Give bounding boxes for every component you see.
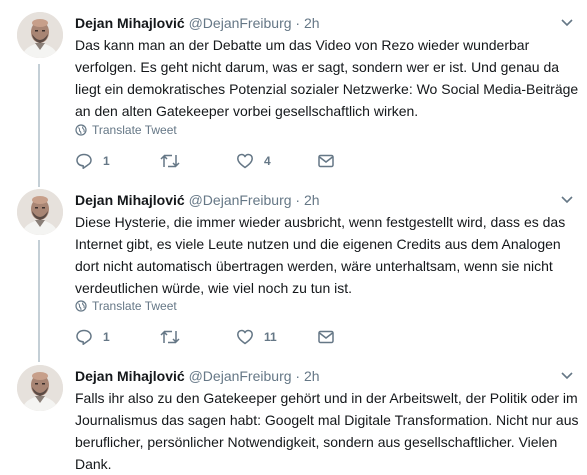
like-button[interactable]: 11	[236, 328, 277, 346]
tweet[interactable]: Dejan Mihajlović @DejanFreiburg · 2h Fal…	[0, 365, 587, 472]
avatar[interactable]	[17, 365, 63, 411]
tweet-actions: 1 4	[75, 152, 555, 172]
separator-dot: ·	[295, 192, 301, 208]
author-handle[interactable]: @DejanFreiburg	[189, 368, 292, 384]
message-button[interactable]	[317, 152, 335, 170]
tweet-text-line: verdeutlichen würde, wie viel noch zu tu…	[75, 280, 353, 296]
tweet-header: Dejan Mihajlović @DejanFreiburg · 2h	[75, 15, 320, 31]
tweet-text-line: Falls ihr also zu den Gatekeeper gehört …	[75, 390, 578, 406]
author-name[interactable]: Dejan Mihajlović	[75, 15, 185, 31]
reply-icon	[76, 329, 92, 345]
tweet-text-line: verfolgen. Es geht nicht darum, was er s…	[75, 59, 560, 75]
tweet-text-line: Das kann man an der Debatte um das Video…	[75, 37, 530, 53]
tweet[interactable]: Dejan Mihajlović @DejanFreiburg · 2h Die…	[0, 189, 587, 359]
reply-count: 1	[103, 330, 110, 344]
translate-tweet-link[interactable]: Translate Tweet	[75, 299, 177, 313]
like-count: 11	[264, 330, 277, 344]
tweet-text-line: Internet gibt, es viele Leute nutzen und…	[75, 236, 561, 252]
envelope-icon	[318, 330, 334, 344]
tweet-header: Dejan Mihajlović @DejanFreiburg · 2h	[75, 368, 320, 384]
tweet-text-line: liegt ein demokratisches Potenzial sozia…	[75, 81, 579, 97]
translate-label: Translate Tweet	[92, 123, 177, 137]
author-name[interactable]: Dejan Mihajlović	[75, 368, 185, 384]
retweet-icon	[160, 330, 180, 344]
globe-icon	[75, 300, 87, 312]
tweet-text-line: an den alten Gatekeeper vorbei gesellsch…	[75, 103, 419, 119]
chevron-down-icon[interactable]	[559, 367, 575, 383]
retweet-button[interactable]	[159, 328, 191, 346]
tweet-text-line: Journalismus das sagen habt: Googelt mal…	[75, 412, 579, 428]
reply-icon	[76, 153, 92, 169]
retweet-button[interactable]	[159, 152, 191, 170]
tweet-header: Dejan Mihajlović @DejanFreiburg · 2h	[75, 192, 320, 208]
tweet-time[interactable]: 2h	[304, 15, 320, 31]
tweet-text: Falls ihr also zu den Gatekeeper gehört …	[75, 387, 579, 475]
tweet-text-line: dort nicht automatisch übertragen werden…	[75, 258, 553, 274]
reply-button[interactable]: 1	[75, 152, 110, 170]
translate-tweet-link[interactable]: Translate Tweet	[75, 123, 177, 137]
avatar[interactable]	[17, 12, 63, 58]
tweet[interactable]: Dejan Mihajlović @DejanFreiburg · 2h Das…	[0, 12, 587, 182]
tweet-actions: 1 11	[75, 328, 555, 348]
translate-label: Translate Tweet	[92, 299, 177, 313]
tweet-time[interactable]: 2h	[304, 192, 320, 208]
tweet-time[interactable]: 2h	[304, 368, 320, 384]
separator-dot: ·	[295, 368, 301, 384]
retweet-icon	[160, 154, 180, 168]
avatar[interactable]	[17, 189, 63, 235]
tweet-text: Das kann man an der Debatte um das Video…	[75, 34, 579, 122]
heart-icon	[237, 329, 253, 345]
chevron-down-icon[interactable]	[559, 191, 575, 207]
author-handle[interactable]: @DejanFreiburg	[189, 15, 292, 31]
tweet-text-line: Diese Hysterie, die immer wieder ausbric…	[75, 214, 566, 230]
like-count: 4	[264, 154, 271, 168]
separator-dot: ·	[295, 15, 301, 31]
author-name[interactable]: Dejan Mihajlović	[75, 192, 185, 208]
reply-count: 1	[103, 154, 110, 168]
like-button[interactable]: 4	[236, 152, 271, 170]
tweet-text: Diese Hysterie, die immer wieder ausbric…	[75, 211, 577, 299]
message-button[interactable]	[317, 328, 335, 346]
chevron-down-icon[interactable]	[559, 14, 575, 30]
globe-icon	[75, 124, 87, 136]
envelope-icon	[318, 154, 334, 168]
reply-button[interactable]: 1	[75, 328, 110, 346]
author-handle[interactable]: @DejanFreiburg	[189, 192, 292, 208]
heart-icon	[237, 153, 253, 169]
tweet-text-line: beruflicher, persönlicher Notwendigkeit,…	[75, 434, 558, 450]
